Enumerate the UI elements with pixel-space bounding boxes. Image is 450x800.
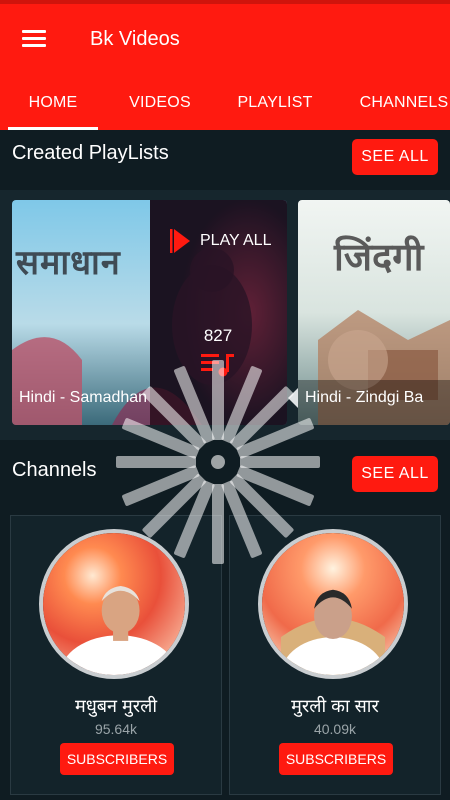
tab-videos[interactable]: VIDEOS: [120, 86, 200, 130]
channels-section-title: Channels: [12, 459, 97, 481]
subscribers-button[interactable]: SUBSCRIBERS: [279, 743, 393, 775]
app-title: Bk Videos: [90, 28, 180, 50]
channel-avatar-image: [262, 533, 404, 675]
subscribers-button[interactable]: SUBSCRIBERS: [60, 743, 174, 775]
tab-playlist[interactable]: PLAYLIST: [228, 86, 322, 130]
playlist-video-count: 827: [203, 326, 233, 345]
avatar: [258, 529, 408, 679]
channel-card[interactable]: मधुबन मुरली 95.64k SUBSCRIBERS: [10, 515, 222, 795]
channel-avatar-image: [43, 533, 185, 675]
channel-subscriber-count: 95.64k: [94, 721, 138, 737]
tab-channels[interactable]: CHANNELS: [350, 86, 450, 130]
channel-name: मुरली का सार: [291, 696, 379, 716]
playlists-section-title: Created PlayLists: [12, 142, 169, 164]
spinner-ray: [240, 456, 320, 468]
play-all-label: PLAY ALL: [200, 232, 272, 249]
playlist-thumb-title: समाधान: [16, 244, 121, 282]
playlist-music-icon: [201, 354, 234, 377]
status-bar: [0, 0, 450, 4]
tab-bar: HOME VIDEOS PLAYLIST CHANNELS: [0, 86, 450, 130]
channels-see-all-button[interactable]: SEE ALL: [352, 456, 438, 492]
playlist-title: Hindi - Samadhan: [19, 389, 148, 406]
spinner-ray: [236, 465, 314, 506]
avatar: [39, 529, 189, 679]
spinner-ray: [116, 456, 196, 468]
tab-home[interactable]: HOME: [8, 86, 98, 130]
carousel-arrow-icon: [288, 388, 298, 408]
hamburger-menu-icon[interactable]: [18, 26, 52, 52]
channel-subscriber-count: 40.09k: [313, 721, 357, 737]
channel-card[interactable]: मुरली का सार 40.09k SUBSCRIBERS: [229, 515, 441, 795]
playlists-see-all-button[interactable]: SEE ALL: [352, 139, 438, 175]
spinner-ray: [122, 465, 200, 506]
channel-name: मधुबन मुरली: [74, 696, 158, 716]
playlist-title: Hindi - Zindgi Ba: [305, 389, 424, 406]
playlist-thumb-title: जिंदगी: [334, 237, 424, 279]
play-triangle-icon: [170, 229, 190, 253]
